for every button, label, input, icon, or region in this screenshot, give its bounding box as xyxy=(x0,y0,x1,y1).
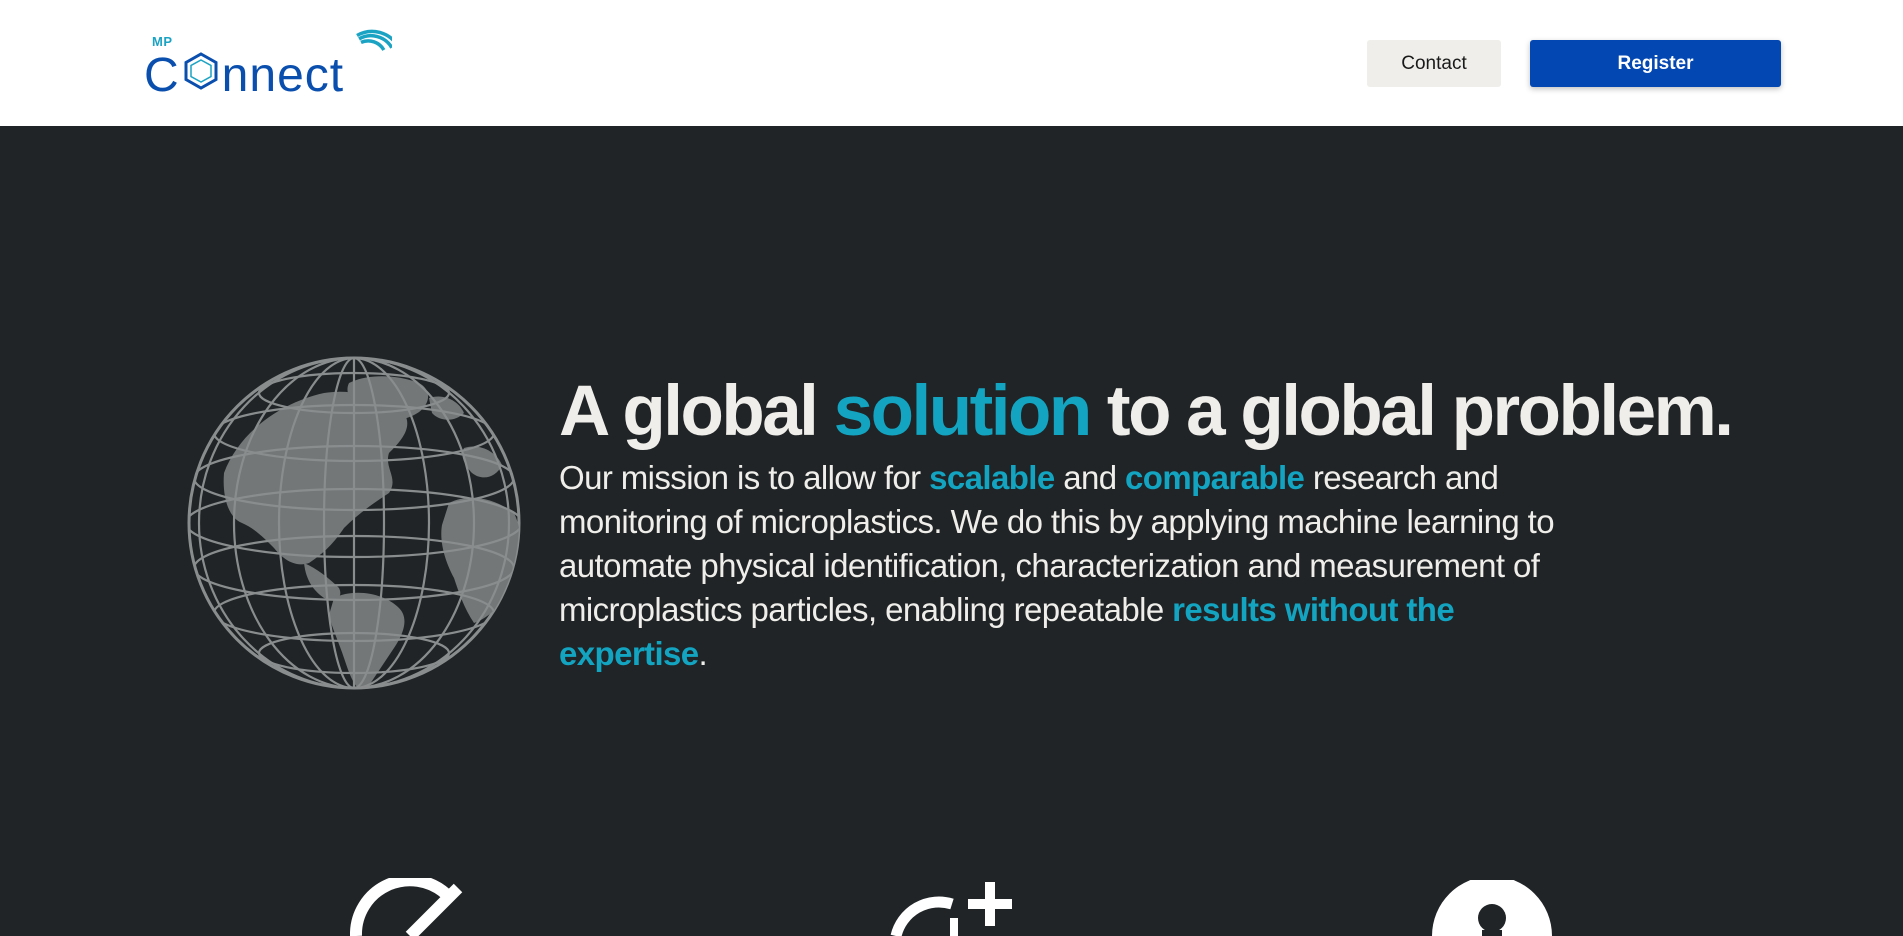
logo-letter-c: C xyxy=(144,49,180,102)
mpconnect-logo[interactable]: MP C nnect xyxy=(140,28,392,102)
logo-mp-text: MP xyxy=(152,34,173,49)
user-icon xyxy=(1432,880,1552,936)
mission-text-1: Our mission is to allow for xyxy=(559,459,930,496)
hero-headline: A global solution to a global problem. xyxy=(559,370,1734,454)
mission-statement: Our mission is to allow for scalable and… xyxy=(559,456,1569,676)
logo-brand-text: C nnect xyxy=(144,48,344,103)
headline-part-1: A global xyxy=(559,372,834,451)
mission-text-4: . xyxy=(698,635,708,672)
hexagon-o-icon xyxy=(184,52,218,90)
wifi-signal-icon xyxy=(356,29,392,51)
logo-letters-nnect: nnect xyxy=(221,49,345,102)
mission-accent-comparable: comparable xyxy=(1125,459,1305,496)
register-button[interactable]: Register xyxy=(1530,40,1781,87)
contact-button[interactable]: Contact xyxy=(1367,40,1501,87)
site-header: MP C nnect Contact Register xyxy=(0,0,1903,126)
headline-part-2: to a global problem. xyxy=(1089,372,1734,451)
mission-text-2: and xyxy=(1054,459,1126,496)
mission-accent-scalable: scalable xyxy=(929,459,1055,496)
headline-accent: solution xyxy=(833,372,1093,451)
add-target-icon xyxy=(890,882,1012,936)
globe-icon xyxy=(187,356,521,690)
measure-icon xyxy=(350,878,463,936)
